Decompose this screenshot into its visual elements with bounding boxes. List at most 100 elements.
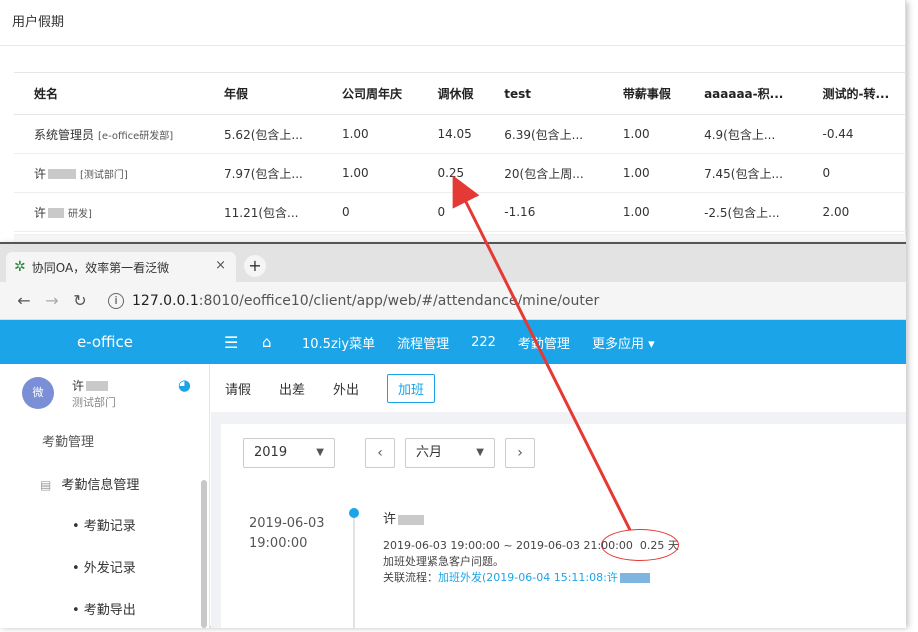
sidebar-item-attendance-records[interactable]: • 考勤记录 [0, 506, 209, 548]
tab-bar: ✲ 协同OA，效率第一看泛微 × + [0, 244, 906, 282]
table-cell: 1.00 [321, 114, 418, 154]
browser-tab[interactable]: ✲ 协同OA，效率第一看泛微 × [6, 252, 236, 282]
column-header: 年假 [203, 72, 322, 115]
sidebar-scrollbar[interactable] [201, 480, 207, 628]
column-header: 公司周年庆 [321, 72, 418, 115]
column-header: 调休假 [417, 72, 485, 115]
user-name: 系统管理员 [34, 127, 95, 142]
tab-outing[interactable]: 外出 [333, 379, 359, 398]
user-dept: [e-office研发部] [98, 130, 174, 142]
chevron-down-icon: ▼ [316, 447, 324, 458]
table-header-row: 姓名 年假 公司周年庆 调休假 test 带薪事假 aaaaaa-积... 测试… [14, 72, 906, 115]
user-dept: [测试部门] [80, 169, 128, 181]
vacation-table: 姓名 年假 公司周年庆 调休假 test 带薪事假 aaaaaa-积... 测试… [14, 72, 906, 232]
nav-item-custom[interactable]: 10.5ziy菜单 [302, 333, 375, 352]
table-row[interactable]: 许 [测试部门] 7.97(包含上... 1.00 0.25 20(包含上周...… [14, 153, 906, 193]
chevron-down-icon: ▼ [476, 447, 484, 458]
reload-icon[interactable]: ↻ [66, 291, 94, 310]
vacation-panel: 用户假期 姓名 年假 公司周年庆 调休假 test 带薪事假 aaaaaa-积.… [0, 0, 906, 244]
table-cell: 1.00 [602, 192, 685, 232]
attendance-tabs: 请假 出差 外出 加班 [211, 364, 906, 412]
next-month-button[interactable]: › [505, 438, 535, 468]
record-date: 2019-06-03 [249, 516, 325, 531]
table-row[interactable]: 许 研发] 11.21(包含... 0 0 -1.16 1.00 -2.5(包含上… [14, 192, 906, 232]
column-header: 姓名 [14, 72, 204, 115]
month-value: 六月 [416, 445, 443, 460]
redacted-block [48, 208, 65, 218]
tab-leave[interactable]: 请假 [225, 379, 251, 398]
tab-title: 协同OA，效率第一看泛微 [31, 260, 170, 275]
palette-icon[interactable]: ◕ [178, 376, 191, 394]
nav-item-workflow[interactable]: 流程管理 [397, 333, 449, 352]
menu-icon[interactable]: ☰ [224, 333, 242, 352]
overtime-content: 2019 ▼ ‹ 六月 ▼ › 2019-06-03 19:00:00 许 20… [221, 424, 906, 628]
related-flow-link[interactable]: 加班外发(2019-06-04 15:11:08:许 [438, 571, 618, 584]
url-host: 127.0.0.1 [132, 292, 199, 309]
info-icon[interactable]: i [108, 292, 124, 309]
user-cell: 系统管理员 [e-office研发部] [14, 114, 204, 154]
column-header: 测试的-转... [802, 72, 906, 115]
nav-item-222[interactable]: 222 [471, 335, 496, 350]
table-cell: 0 [802, 153, 906, 193]
brand-logo[interactable]: e-office [0, 333, 210, 351]
record-related: 关联流程：加班外发(2019-06-04 15:11:08:许 [383, 570, 679, 586]
user-dept: 测试部门 [72, 395, 116, 409]
column-header: test [484, 72, 603, 115]
annotation-circle [601, 529, 679, 561]
sidebar-section-attendance[interactable]: 考勤管理 [0, 422, 209, 464]
tab-overtime[interactable]: 加班 [387, 373, 436, 403]
url-field[interactable]: i 127.0.0.1:8010/eoffice10/client/app/we… [108, 292, 600, 309]
user-dept: 研发] [68, 208, 92, 220]
avatar[interactable]: 微 [22, 377, 54, 409]
year-select[interactable]: 2019 ▼ [243, 438, 335, 468]
table-cell: -1.16 [484, 192, 603, 232]
app-navbar: e-office ☰ ⌂ 10.5ziy菜单 流程管理 222 考勤管理 更多应… [0, 320, 906, 364]
table-cell: 1.00 [602, 114, 685, 154]
tab-business-trip[interactable]: 出差 [279, 379, 305, 398]
home-icon[interactable]: ⌂ [262, 333, 280, 351]
close-tab-icon[interactable]: × [215, 258, 226, 273]
user-name: 许 [72, 377, 116, 394]
table-row[interactable]: 系统管理员 [e-office研发部] 5.62(包含上... 1.00 14.0… [14, 114, 906, 154]
record-time: 19:00:00 [249, 536, 308, 551]
table-cell: 5.62(包含上... [203, 114, 322, 154]
record-datetime: 2019-06-03 19:00:00 [249, 514, 325, 554]
table-cell: 11.21(包含... [203, 192, 322, 232]
table-cell: 0 [321, 192, 418, 232]
nav-item-attendance[interactable]: 考勤管理 [518, 333, 570, 352]
table-cell: 1.00 [321, 153, 418, 193]
record-user: 许 [383, 512, 679, 528]
sidebar-item-outgoing-records[interactable]: • 外发记录 [0, 548, 209, 590]
year-value: 2019 [254, 445, 288, 460]
new-tab-button[interactable]: + [244, 255, 266, 277]
table-cell: 7.97(包含上... [203, 153, 322, 193]
sidebar-group-attendance-info[interactable]: ▤ 考勤信息管理 [0, 464, 209, 506]
prev-month-button[interactable]: ‹ [365, 438, 395, 468]
month-select[interactable]: 六月 ▼ [405, 438, 495, 468]
timeline-line [353, 516, 355, 628]
table-cell: 6.39(包含上... [484, 114, 603, 154]
address-bar: ← → ↻ i 127.0.0.1:8010/eoffice10/client/… [0, 282, 906, 320]
nav-item-more-apps[interactable]: 更多应用 ▾ [592, 333, 655, 352]
forward-icon[interactable]: → [38, 291, 66, 310]
main-area: 请假 出差 外出 加班 2019 ▼ ‹ 六月 ▼ › 2019-06-03 1 [211, 364, 906, 628]
table-cell: 0.25 [417, 153, 485, 193]
table-cell: 7.45(包含上... [684, 153, 803, 193]
timeline-dot [349, 508, 359, 518]
panel-title: 用户假期 [0, 0, 905, 46]
table-cell: 4.9(包含上... [684, 114, 803, 154]
favicon-icon: ✲ [14, 259, 26, 275]
user-name: 许 [34, 205, 47, 220]
user-cell: 许 [测试部门] [14, 153, 204, 193]
user-info: 许 测试部门 [54, 377, 116, 410]
url-path: :8010/eoffice10/client/app/web/#/attenda… [198, 292, 600, 309]
table-cell: 1.00 [602, 153, 685, 193]
browser-window: ✲ 协同OA，效率第一看泛微 × + ← → ↻ i 127.0.0.1:801… [0, 242, 906, 628]
table-cell: -0.44 [802, 114, 906, 154]
column-header: 带薪事假 [602, 72, 685, 115]
user-cell: 许 研发] [14, 192, 204, 232]
back-icon[interactable]: ← [10, 291, 38, 310]
redacted-block [48, 169, 77, 179]
table-cell: 0 [417, 192, 485, 232]
sidebar: 微 许 测试部门 ◕ 考勤管理 ▤ 考勤信息管理 • 考勤记录 • 外发记录 • … [0, 364, 210, 628]
